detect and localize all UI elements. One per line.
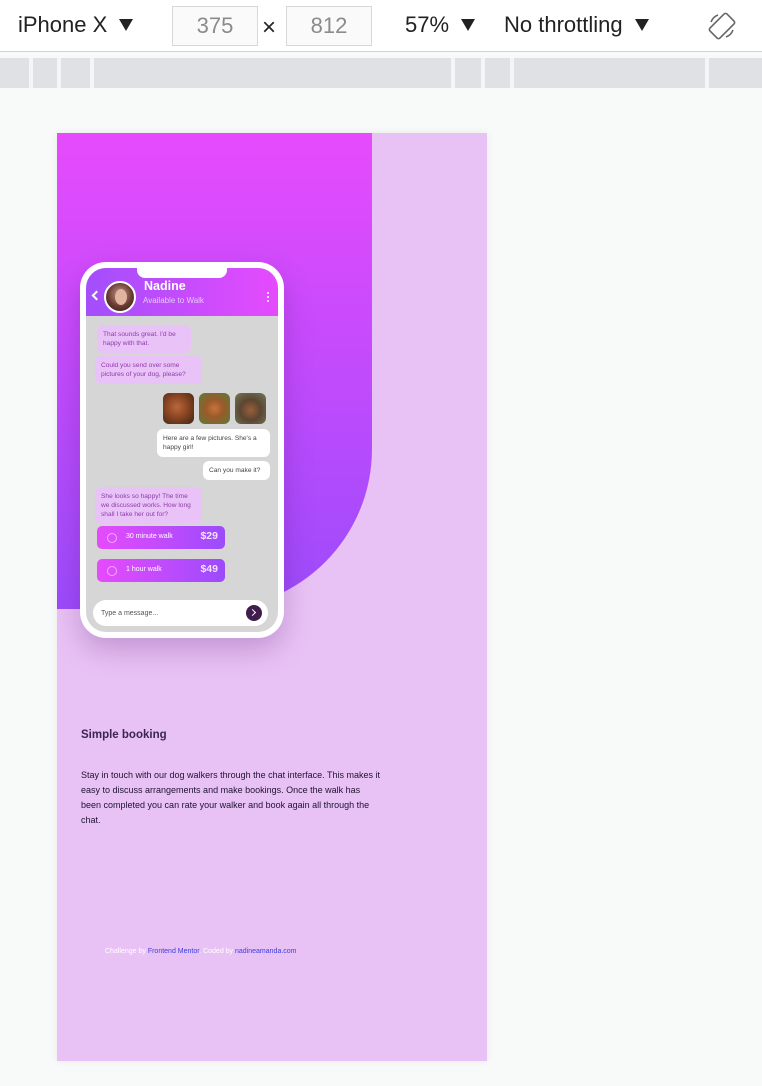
phone-screen: Nadine Available to Walk That sounds gre…	[86, 268, 278, 632]
frontend-mentor-link[interactable]: Frontend Mentor	[148, 948, 199, 955]
radio-circle-icon	[107, 533, 117, 543]
avatar-face	[115, 289, 127, 305]
more-vertical-icon[interactable]	[267, 292, 270, 303]
height-input[interactable]	[286, 6, 372, 46]
ruler-divider	[705, 58, 709, 88]
phone-notch	[137, 268, 227, 278]
option-price: $29	[200, 530, 218, 542]
message-composer	[93, 600, 268, 626]
media-query-bar[interactable]	[0, 58, 762, 88]
contact-status: Available to Walk	[143, 296, 204, 305]
coded-prefix: Coded by	[203, 948, 234, 955]
rotate-icon	[708, 12, 736, 40]
author-link[interactable]: nadineamanda.com	[235, 948, 297, 955]
section-heading: Simple booking	[81, 729, 167, 741]
ruler-divider	[90, 58, 94, 88]
device-select[interactable]: iPhone X	[18, 12, 134, 38]
option-label: 1 hour walk	[126, 566, 162, 573]
chevron-left-icon[interactable]	[91, 290, 102, 301]
contact-name: Nadine	[144, 279, 186, 293]
message-bubble-incoming: She looks so happy! The time we discusse…	[95, 487, 202, 524]
walk-option-1hour[interactable]: 1 hour walk $49	[97, 559, 225, 582]
zoom-label: 57%	[405, 12, 450, 37]
dog-photo[interactable]	[199, 393, 230, 424]
send-button[interactable]	[246, 605, 262, 621]
option-price: $49	[200, 563, 218, 575]
chevron-right-icon	[248, 608, 257, 617]
message-bubble-outgoing: Can you make it?	[203, 461, 270, 480]
ruler-divider	[451, 58, 455, 88]
rotate-button[interactable]	[706, 10, 738, 42]
avatar	[104, 281, 136, 313]
device-label: iPhone X	[18, 12, 108, 37]
phone-mockup: Nadine Available to Walk That sounds gre…	[80, 262, 284, 638]
throttle-select[interactable]: No throttling	[504, 12, 649, 38]
dog-photo[interactable]	[163, 393, 194, 424]
section-body: Stay in touch with our dog walkers throu…	[81, 770, 380, 825]
challenge-prefix: Challenge by	[105, 948, 146, 955]
ruler-divider	[29, 58, 33, 88]
device-toolbar: iPhone X × 57% No throttling	[0, 0, 762, 52]
message-bubble-incoming: That sounds great. I'd be happy with tha…	[97, 325, 191, 353]
message-input[interactable]	[101, 604, 231, 622]
dimension-separator: ×	[262, 14, 277, 41]
message-bubble-outgoing: Here are a few pictures. She's a happy g…	[157, 429, 270, 457]
attribution-footer: Challenge by Frontend Mentor. Coded by n…	[105, 948, 297, 955]
option-label: 30 minute walk	[126, 533, 173, 540]
device-viewport: Nadine Available to Walk That sounds gre…	[57, 133, 487, 1061]
width-input[interactable]	[172, 6, 258, 46]
message-bubble-incoming: Could you send over some pictures of you…	[95, 356, 202, 384]
caret-down-icon	[119, 19, 134, 31]
radio-circle-icon	[107, 566, 117, 576]
caret-down-icon	[461, 19, 476, 31]
dog-photo[interactable]	[235, 393, 266, 424]
ruler-divider	[481, 58, 485, 88]
caret-down-icon	[634, 19, 649, 31]
walk-option-30min[interactable]: 30 minute walk $29	[97, 526, 225, 549]
ruler-divider	[510, 58, 514, 88]
ruler-divider	[57, 58, 61, 88]
zoom-select[interactable]: 57%	[405, 12, 476, 38]
throttle-label: No throttling	[504, 12, 623, 37]
